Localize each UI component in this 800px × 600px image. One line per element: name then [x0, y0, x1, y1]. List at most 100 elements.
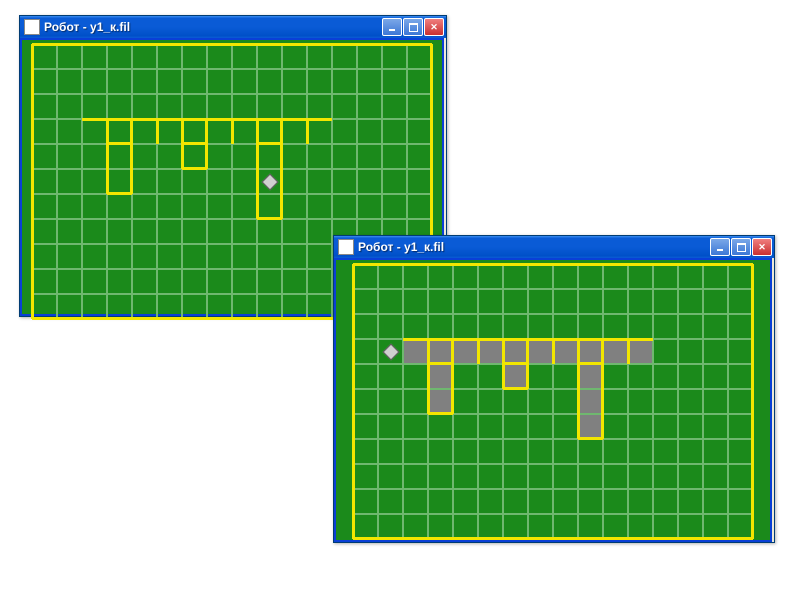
grid-cell[interactable] [282, 244, 307, 269]
grid-cell[interactable] [82, 244, 107, 269]
grid-cell[interactable] [207, 144, 232, 169]
grid-cell[interactable] [528, 264, 553, 289]
grid-cell[interactable] [207, 44, 232, 69]
grid-cell[interactable] [357, 119, 382, 144]
filled-cell[interactable] [503, 364, 528, 389]
grid-cell[interactable] [353, 414, 378, 439]
grid-cell[interactable] [82, 94, 107, 119]
grid-cell[interactable] [703, 389, 728, 414]
close-button[interactable] [752, 238, 772, 256]
grid-cell[interactable] [107, 294, 132, 319]
grid-cell[interactable] [478, 414, 503, 439]
grid-cell[interactable] [378, 439, 403, 464]
grid-cell[interactable] [428, 464, 453, 489]
grid-cell[interactable] [282, 144, 307, 169]
grid-cell[interactable] [32, 94, 57, 119]
grid-cell[interactable] [678, 339, 703, 364]
grid-cell[interactable] [407, 119, 432, 144]
grid-cell[interactable] [357, 69, 382, 94]
grid-cell[interactable] [332, 169, 357, 194]
grid-cell[interactable] [132, 94, 157, 119]
grid-cell[interactable] [107, 44, 132, 69]
grid-cell[interactable] [428, 314, 453, 339]
grid-cell[interactable] [478, 389, 503, 414]
grid-cell[interactable] [528, 489, 553, 514]
grid-cell[interactable] [257, 144, 282, 169]
grid-cell[interactable] [553, 464, 578, 489]
grid-cell[interactable] [678, 289, 703, 314]
grid-cell[interactable] [82, 194, 107, 219]
grid-cell[interactable] [478, 289, 503, 314]
grid-cell[interactable] [57, 69, 82, 94]
grid-cell[interactable] [182, 69, 207, 94]
grid-cell[interactable] [553, 439, 578, 464]
grid-cell[interactable] [82, 44, 107, 69]
grid-cell[interactable] [578, 289, 603, 314]
grid-cell[interactable] [132, 119, 157, 144]
robot-field[interactable] [334, 258, 772, 542]
grid-cell[interactable] [503, 389, 528, 414]
grid-cell[interactable] [353, 339, 378, 364]
grid-cell[interactable] [603, 264, 628, 289]
grid-cell[interactable] [553, 514, 578, 539]
grid-cell[interactable] [553, 264, 578, 289]
grid-cell[interactable] [353, 389, 378, 414]
grid-cell[interactable] [378, 314, 403, 339]
grid-cell[interactable] [703, 314, 728, 339]
grid-cell[interactable] [653, 489, 678, 514]
grid-cell[interactable] [378, 514, 403, 539]
grid-cell[interactable] [282, 169, 307, 194]
grid-cell[interactable] [378, 414, 403, 439]
grid-cell[interactable] [407, 169, 432, 194]
grid-cell[interactable] [207, 94, 232, 119]
filled-cell[interactable] [628, 339, 653, 364]
grid-cell[interactable] [332, 44, 357, 69]
grid-cell[interactable] [232, 269, 257, 294]
grid-cell[interactable] [428, 514, 453, 539]
filled-cell[interactable] [578, 339, 603, 364]
grid-cell[interactable] [728, 289, 753, 314]
grid-cell[interactable] [282, 294, 307, 319]
grid-cell[interactable] [32, 244, 57, 269]
grid-cell[interactable] [157, 69, 182, 94]
grid-cell[interactable] [257, 244, 282, 269]
grid-cell[interactable] [407, 69, 432, 94]
grid-cell[interactable] [653, 264, 678, 289]
grid-cell[interactable] [628, 414, 653, 439]
grid-cell[interactable] [232, 169, 257, 194]
grid-cell[interactable] [407, 44, 432, 69]
filled-cell[interactable] [603, 339, 628, 364]
grid-cell[interactable] [353, 439, 378, 464]
grid-cell[interactable] [503, 489, 528, 514]
grid-cell[interactable] [528, 364, 553, 389]
grid-cell[interactable] [603, 289, 628, 314]
grid-cell[interactable] [382, 194, 407, 219]
grid-cell[interactable] [578, 314, 603, 339]
grid-cell[interactable] [628, 464, 653, 489]
grid-cell[interactable] [453, 389, 478, 414]
grid-cell[interactable] [132, 194, 157, 219]
grid-cell[interactable] [257, 69, 282, 94]
grid-cell[interactable] [107, 194, 132, 219]
grid-cell[interactable] [378, 264, 403, 289]
grid-cell[interactable] [353, 289, 378, 314]
grid-cell[interactable] [182, 119, 207, 144]
grid-cell[interactable] [353, 264, 378, 289]
grid-cell[interactable] [182, 44, 207, 69]
minimize-button[interactable] [710, 238, 730, 256]
grid-cell[interactable] [282, 219, 307, 244]
grid-cell[interactable] [378, 289, 403, 314]
grid-cell[interactable] [553, 314, 578, 339]
grid-cell[interactable] [82, 119, 107, 144]
grid-cell[interactable] [678, 489, 703, 514]
grid-cell[interactable] [728, 314, 753, 339]
grid-cell[interactable] [653, 289, 678, 314]
grid-cell[interactable] [357, 144, 382, 169]
grid-cell[interactable] [578, 464, 603, 489]
grid-cell[interactable] [382, 169, 407, 194]
grid-cell[interactable] [307, 44, 332, 69]
filled-cell[interactable] [578, 364, 603, 389]
grid-cell[interactable] [307, 244, 332, 269]
grid-cell[interactable] [332, 119, 357, 144]
grid-cell[interactable] [553, 289, 578, 314]
